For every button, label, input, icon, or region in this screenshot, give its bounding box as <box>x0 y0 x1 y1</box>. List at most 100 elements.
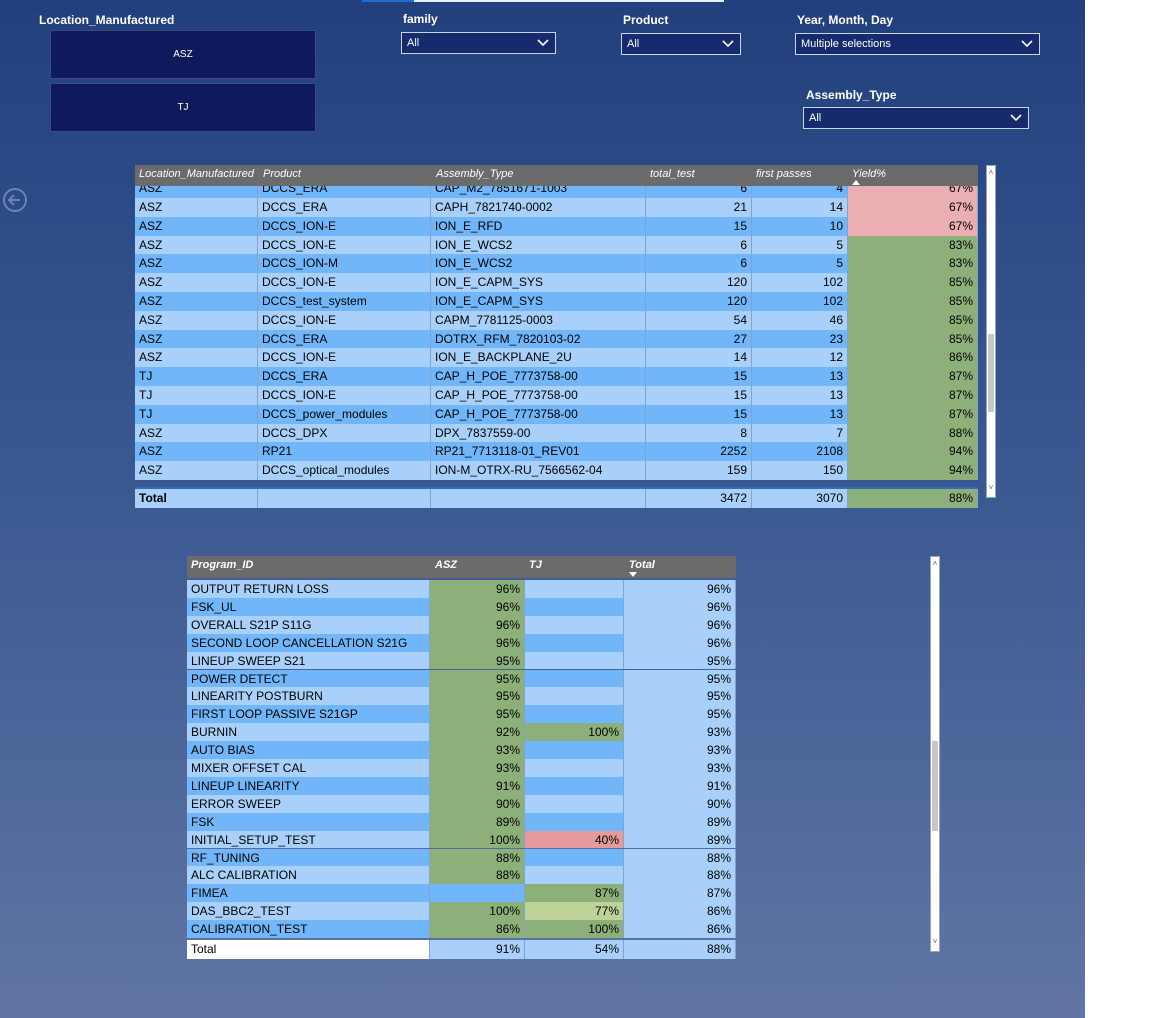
scroll-down-icon[interactable]: ˅ <box>987 484 995 492</box>
matrix-row[interactable]: CALIBRATION_TEST 86% 100% 86% <box>187 920 736 938</box>
column-header-program-id[interactable]: Program_ID <box>191 559 253 571</box>
location-cell: ASZ <box>135 216 258 236</box>
tj-yield-cell <box>525 705 624 724</box>
matrix-row[interactable]: LINEARITY POSTBURN 95% 95% <box>187 687 736 706</box>
product-cell: DCCS_optical_modules <box>258 461 431 480</box>
table-row[interactable]: ASZ DCCS_ION-E ION_E_WCS2 6 5 83% <box>135 235 978 255</box>
column-header-yield[interactable]: Yield% <box>852 168 886 180</box>
table-row-partial[interactable]: ASZ DCCS_ERA CAP_M2_7851671-1003 6 4 67% <box>135 186 978 198</box>
total-yield-cell: 86% <box>624 920 736 938</box>
table-row[interactable]: ASZ DCCS_test_system ION_E_CAPM_SYS 120 102 8… <box>135 292 978 311</box>
table-row[interactable]: ASZ DCCS_ION-E ION_E_BACKPLANE_2U 14 12 86% <box>135 348 978 368</box>
first-passes-cell: 2108 <box>752 442 848 462</box>
matrix-row[interactable]: FSK 89% 89% <box>187 812 736 831</box>
matrix-row[interactable]: BURNIN 92% 100% 93% <box>187 723 736 742</box>
location-tile-tj[interactable]: TJ <box>50 83 316 132</box>
page-tab-indicator <box>362 0 414 2</box>
yield-cell: 87% <box>848 404 978 424</box>
table-row[interactable]: ASZ DCCS_ION-E CAPM_7781125-0003 54 46 85% <box>135 310 978 330</box>
matrix-row[interactable]: FIMEA 87% 87% <box>187 884 736 903</box>
table-row[interactable]: ASZ DCCS_ERA CAPH_7821740-0002 21 14 67% <box>135 198 978 217</box>
column-header-product[interactable]: Product <box>263 168 301 180</box>
column-header-first-passes[interactable]: first passes <box>756 168 812 180</box>
table-row[interactable]: ASZ DCCS_ERA DOTRX_RFM_7820103-02 27 23 85% <box>135 329 978 349</box>
back-arrow-icon[interactable] <box>2 187 28 213</box>
family-dropdown[interactable]: All <box>401 32 556 54</box>
tj-yield-cell <box>525 687 624 706</box>
table-row[interactable]: ASZ DCCS_ION-E ION_E_RFD 15 10 67% <box>135 216 978 236</box>
assembly-type-cell: CAP_H_POE_7773758-00 <box>431 367 646 386</box>
matrix-row[interactable]: RF_TUNING 88% 88% <box>187 848 736 867</box>
total-test-cell: 27 <box>646 329 752 349</box>
tj-yield-cell <box>525 759 624 777</box>
table-row[interactable]: TJ DCCS_ERA CAP_H_POE_7773758-00 15 13 87% <box>135 367 978 386</box>
location-cell: ASZ <box>135 423 258 443</box>
product-cell: DCCS_power_modules <box>258 404 431 424</box>
column-header-assembly-type[interactable]: Assembly_Type <box>436 168 513 180</box>
first-passes-cell: 13 <box>752 367 848 386</box>
table2-scrollbar[interactable]: ˄ ˅ <box>930 556 940 952</box>
scrollbar-thumb[interactable] <box>932 741 938 831</box>
scroll-up-icon[interactable]: ˄ <box>987 169 995 177</box>
table-row[interactable]: ASZ RP21 RP21_7713118-01_REV01 2252 2108 94% <box>135 442 978 462</box>
table-row[interactable]: ASZ DCCS_ION-E ION_E_CAPM_SYS 120 102 85% <box>135 273 978 292</box>
matrix-row[interactable]: ERROR SWEEP 90% 90% <box>187 794 736 813</box>
date-dropdown[interactable]: Multiple selections <box>795 33 1040 55</box>
matrix-row[interactable]: AUTO BIAS 93% 93% <box>187 741 736 759</box>
matrix-row[interactable]: FSK_UL 96% 96% <box>187 597 736 616</box>
table-row[interactable]: TJ DCCS_ION-E CAP_H_POE_7773758-00 15 13 87% <box>135 386 978 405</box>
yield-total: 88% <box>848 489 978 508</box>
assembly-dropdown[interactable]: All <box>803 107 1029 129</box>
assembly-type-cell: ION_E_WCS2 <box>431 254 646 274</box>
table-row[interactable]: TJ DCCS_power_modules CAP_H_POE_7773758-00… <box>135 404 978 424</box>
assembly-type-cell: ION_E_BACKPLANE_2U <box>431 348 646 368</box>
matrix-row[interactable]: LINEUP SWEEP S21 95% 95% <box>187 651 736 670</box>
column-header-tj[interactable]: TJ <box>529 559 542 571</box>
asz-yield-cell: 93% <box>430 741 525 759</box>
first-passes-cell: 102 <box>752 292 848 311</box>
program-id-cell: OUTPUT RETURN LOSS <box>187 580 430 598</box>
scroll-down-icon[interactable]: ˅ <box>931 938 939 946</box>
program-id-cell: DAS_BBC2_TEST <box>187 902 430 921</box>
table1-scrollbar[interactable]: ˄ ˅ <box>986 165 996 498</box>
table-row[interactable]: ASZ DCCS_optical_modules ION-M_OTRX-RU_756… <box>135 461 978 480</box>
matrix-row[interactable]: DAS_BBC2_TEST 100% 77% 86% <box>187 902 736 921</box>
total-yield-cell: 95% <box>624 669 736 688</box>
yield-cell: 85% <box>848 329 978 349</box>
program-id-cell: LINEUP LINEARITY <box>187 776 430 795</box>
total-test-cell: 6 <box>646 254 752 274</box>
table-row[interactable]: ASZ DCCS_ION-M ION_E_WCS2 6 5 83% <box>135 254 978 274</box>
column-header-location[interactable]: Location_Manufactured <box>139 168 254 180</box>
total-yield-cell: 95% <box>624 687 736 706</box>
sort-descending-icon <box>629 572 637 577</box>
column-header-asz[interactable]: ASZ <box>435 559 457 571</box>
program-id-cell: SECOND LOOP CANCELLATION S21G <box>187 633 430 652</box>
scroll-up-icon[interactable]: ˄ <box>931 560 939 568</box>
first-passes-cell: 4 <box>752 186 848 198</box>
column-header-total[interactable]: Total <box>629 559 655 571</box>
product-dropdown[interactable]: All <box>621 33 741 55</box>
table-row[interactable]: ASZ DCCS_DPX DPX_7837559-00 8 7 88% <box>135 423 978 443</box>
column-header-total-test[interactable]: total_test <box>650 168 695 180</box>
matrix-row[interactable]: INITIAL_SETUP_TEST 100% 40% 89% <box>187 830 736 849</box>
matrix-row[interactable]: POWER DETECT 95% 95% <box>187 669 736 688</box>
matrix-row[interactable]: OUTPUT RETURN LOSS 96% 96% <box>187 580 736 598</box>
assembly-type-cell: CAP_H_POE_7773758-00 <box>431 404 646 424</box>
total-test-cell: 21 <box>646 198 752 217</box>
matrix-row[interactable]: ALC CALIBRATION 88% 88% <box>187 866 736 885</box>
asz-yield-cell: 86% <box>430 920 525 938</box>
location-cell: ASZ <box>135 329 258 349</box>
first-passes-cell: 13 <box>752 386 848 405</box>
total-yield-cell: 96% <box>624 597 736 616</box>
matrix-total-row: Total 91% 54% 88% <box>187 940 736 959</box>
total-test-cell: 15 <box>646 404 752 424</box>
first-passes-cell: 5 <box>752 235 848 255</box>
location-tile-asz[interactable]: ASZ <box>50 30 316 79</box>
matrix-row[interactable]: MIXER OFFSET CAL 93% 93% <box>187 759 736 777</box>
scrollbar-thumb[interactable] <box>988 334 994 412</box>
matrix-row[interactable]: FIRST LOOP PASSIVE S21GP 95% 95% <box>187 705 736 724</box>
matrix-row[interactable]: OVERALL S21P S11G 96% 96% <box>187 615 736 634</box>
product-dropdown-value: All <box>627 38 640 50</box>
matrix-row[interactable]: SECOND LOOP CANCELLATION S21G 96% 96% <box>187 633 736 652</box>
matrix-row[interactable]: LINEUP LINEARITY 91% 91% <box>187 776 736 795</box>
